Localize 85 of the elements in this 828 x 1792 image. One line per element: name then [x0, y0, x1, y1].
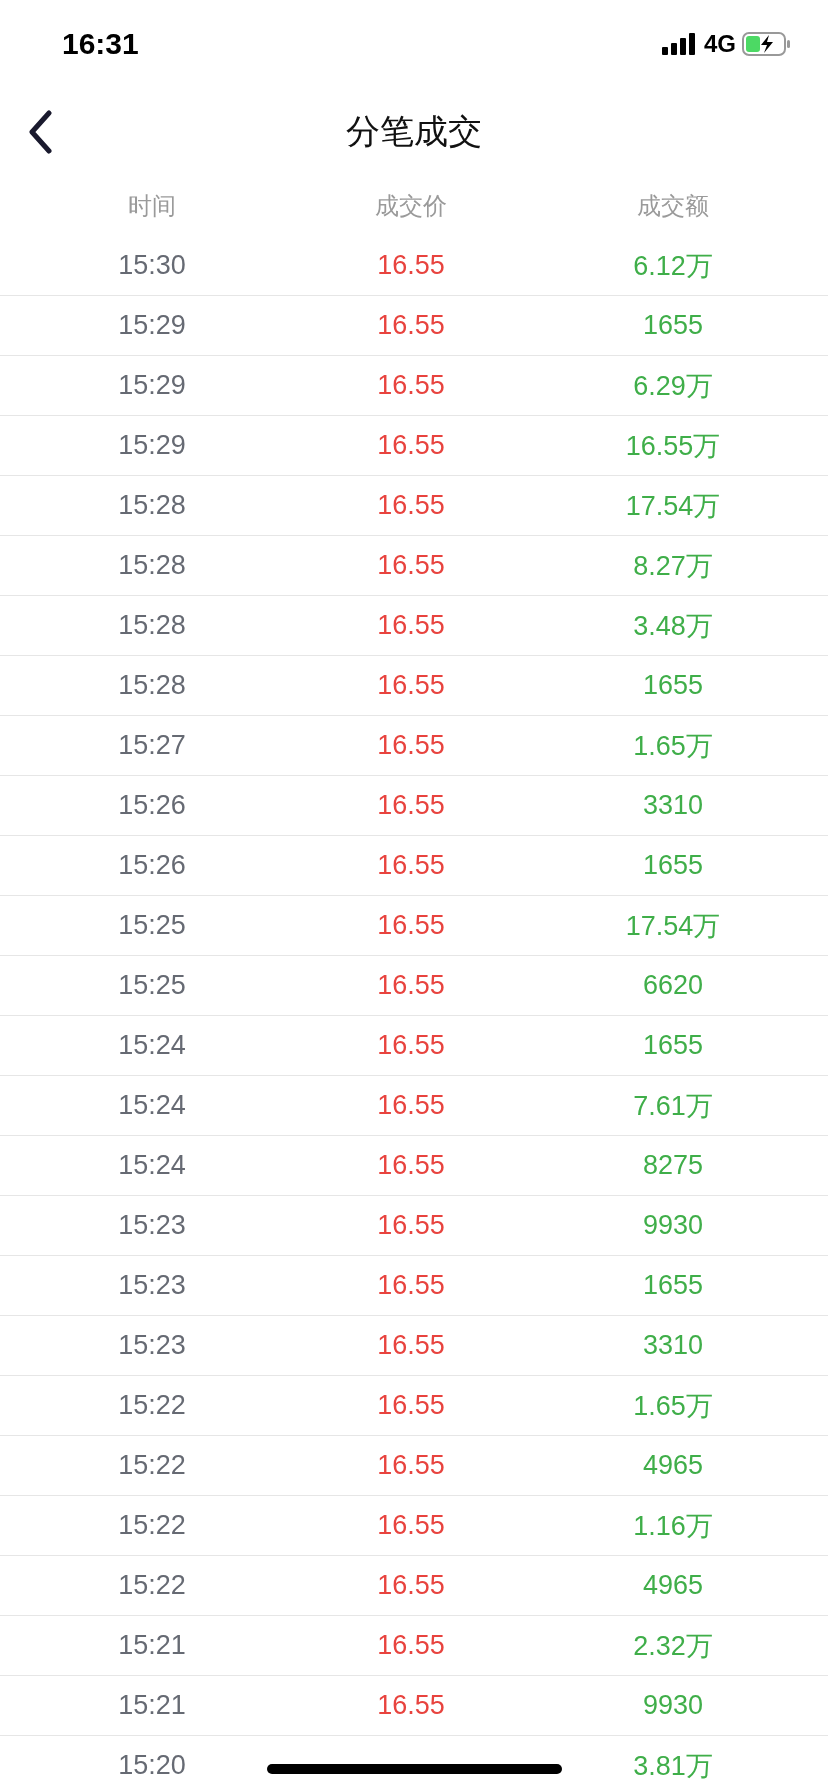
table-cell-text: 2.32万	[633, 1629, 713, 1663]
table-cell-text: 1.65万	[633, 729, 713, 763]
table-cell: 16.55	[377, 1210, 445, 1241]
table-cell-text: 1.16万	[633, 1509, 713, 1543]
table-cell: 1655	[642, 850, 704, 881]
table-cell: 15:23	[118, 1330, 186, 1361]
column-header: 时间	[128, 191, 176, 221]
table-cell: 16.55	[377, 1630, 445, 1661]
table-cell: 16.55	[377, 670, 445, 701]
table-cell-text: 6.12万	[633, 249, 713, 283]
table-cell: 15:25	[118, 970, 186, 1001]
status-time: 16:31	[62, 27, 139, 61]
table-cell: 15:29	[118, 430, 186, 461]
table-cell-text: 3.48万	[633, 609, 713, 643]
table-cell: 15:30	[118, 250, 186, 281]
table-cell-text: 3.81万	[633, 1749, 713, 1783]
table-cell: 15:21	[118, 1630, 186, 1661]
table-cell: 16.55	[377, 430, 445, 461]
table-cell: 3310	[642, 790, 704, 821]
table-cell: 15:29	[118, 310, 186, 341]
page-title: 分笔成交	[346, 111, 482, 152]
table-cell: 15:29	[118, 370, 186, 401]
table-cell: 16.55	[377, 1330, 445, 1361]
table-cell: 15:22	[118, 1450, 186, 1481]
table-cell: 15:22	[118, 1510, 186, 1541]
table-cell: 15:22	[118, 1390, 186, 1421]
table-cell: 16.55	[377, 1090, 445, 1121]
table-cell: 15:28	[118, 550, 186, 581]
table-cell: 1655	[642, 1030, 704, 1061]
table-cell: 15:23	[118, 1270, 186, 1301]
table-cell: 15:24	[118, 1150, 186, 1181]
table-cell: 16.55	[377, 310, 445, 341]
table-cell: 16.55	[377, 790, 445, 821]
battery-charging-icon	[742, 32, 792, 56]
table-cell: 15:26	[118, 850, 186, 881]
signal-icon	[662, 33, 698, 55]
table-cell: 16.55	[377, 1030, 445, 1061]
table-cell: 6620	[642, 970, 704, 1001]
table-cell: 16.55	[377, 1270, 445, 1301]
table-cell: 15:23	[118, 1210, 186, 1241]
table-cell: 16.55	[377, 250, 445, 281]
table-cell-text: 16.55万	[625, 429, 721, 463]
table-cell: 1655	[642, 310, 704, 341]
table-cell: 15:24	[118, 1090, 186, 1121]
table-cell: 1655	[642, 1270, 704, 1301]
column-header: 成交额	[637, 191, 709, 221]
table-cell: 4965	[642, 1570, 704, 1601]
table-cell-text: 6.29万	[633, 369, 713, 403]
table-cell: 15:20	[118, 1750, 186, 1781]
table-cell: 15:24	[118, 1030, 186, 1061]
column-header: 成交价	[375, 191, 447, 221]
network-label: 4G	[704, 30, 736, 58]
table-cell-text: 7.61万	[633, 1089, 713, 1123]
table-cell: 15:21	[118, 1690, 186, 1721]
table-cell: 9930	[642, 1690, 704, 1721]
table-cell: 3310	[642, 1330, 704, 1361]
table-cell: 4965	[642, 1450, 704, 1481]
table-cell: 16.55	[377, 490, 445, 521]
table-cell: 16.55	[377, 1450, 445, 1481]
table-cell: 16.55	[377, 910, 445, 941]
table-cell: 15:25	[118, 910, 186, 941]
table-cell: 16.55	[377, 850, 445, 881]
table-cell: 16.55	[377, 610, 445, 641]
table-cell: 16.55	[377, 1510, 445, 1541]
table-cell: 16.55	[377, 550, 445, 581]
table-cell-text: 17.54万	[625, 909, 721, 943]
table-cell-text: 8.27万	[633, 549, 713, 583]
table-cell: 15:22	[118, 1570, 186, 1601]
table-cell: 16.55	[377, 730, 445, 761]
table-cell: 9930	[642, 1210, 704, 1241]
table-cell-text: 1.65万	[633, 1389, 713, 1423]
table-cell-text: 17.54万	[625, 489, 721, 523]
table-cell: 15:28	[118, 610, 186, 641]
table-cell: 15:26	[118, 790, 186, 821]
table-cell: 1655	[642, 670, 704, 701]
table-cell: 16.55	[377, 1390, 445, 1421]
table-cell: 15:28	[118, 490, 186, 521]
table-cell: 16.55	[377, 1570, 445, 1601]
table-cell: 15:27	[118, 730, 186, 761]
table-cell: 16.55	[377, 370, 445, 401]
table-cell: 16.55	[377, 1690, 445, 1721]
table-cell: 15:28	[118, 670, 186, 701]
table-cell: 8275	[642, 1150, 704, 1181]
table-cell: 16.55	[377, 970, 445, 1001]
table-cell: 16.55	[377, 1150, 445, 1181]
